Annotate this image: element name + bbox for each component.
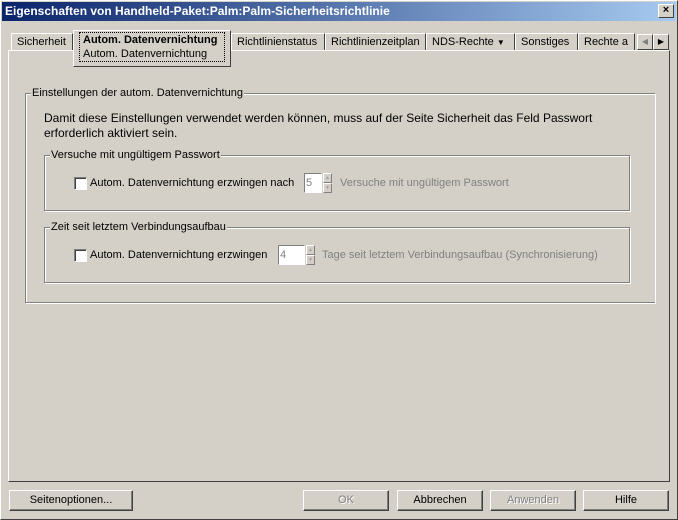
window-title: Eigenschaften von Handheld-Paket:Palm:Pa… — [5, 4, 390, 18]
spin-up-icon[interactable]: ▲ — [323, 173, 332, 183]
tab-sicherheit[interactable]: Sicherheit — [11, 33, 73, 50]
attempts-input[interactable]: 5 — [304, 173, 322, 193]
tab-autom-datenvernichtung[interactable]: Autom. Datenvernichtung Autom. Datenverni… — [73, 30, 231, 67]
tab-rechte[interactable]: Rechte a — [578, 33, 635, 50]
enforce-after-attempts-checkbox[interactable] — [74, 177, 87, 190]
tab-sonstiges[interactable]: Sonstiges — [515, 33, 578, 50]
ok-button[interactable]: OK — [303, 490, 389, 511]
title-bar: Eigenschaften von Handheld-Paket:Palm:Pa… — [2, 2, 676, 21]
info-text: Damit diese Einstellungen verwendet werd… — [44, 111, 593, 140]
close-button[interactable]: × — [658, 4, 674, 18]
dropdown-arrow-icon: ▼ — [496, 38, 505, 47]
days-spinner[interactable]: ▲ ▼ — [306, 245, 315, 265]
spin-up-icon[interactable]: ▲ — [306, 245, 315, 255]
tab-richtlinienzeitplan[interactable]: Richtlinienzeitplan — [325, 33, 426, 50]
page-options-button[interactable]: Seitenoptionen... — [9, 490, 133, 511]
days-input[interactable]: 4 — [278, 245, 305, 265]
group1-legend: Versuche mit ungültigem Passwort — [50, 149, 221, 162]
cancel-button[interactable]: Abbrechen — [397, 490, 483, 511]
spin-down-icon[interactable]: ▼ — [306, 255, 315, 265]
tab-sublabel: Autom. Datenvernichtung — [83, 48, 208, 60]
tab-nds-rechte[interactable]: NDS-Rechte ▼ — [426, 33, 515, 50]
checkbox-label: Autom. Datenvernichtung erzwingen nach — [90, 177, 295, 189]
tab-richtlinienstatus[interactable]: Richtlinienstatus — [231, 33, 325, 50]
days-suffix: Tage seit letztem Verbindungsaufbau (Syn… — [322, 249, 598, 261]
enforce-days-checkbox[interactable] — [74, 249, 87, 262]
tab-label: Autom. Datenvernichtung — [83, 34, 218, 46]
apply-button[interactable]: Anwenden — [490, 490, 576, 511]
help-button[interactable]: Hilfe — [583, 490, 669, 511]
settings-legend: Einstellungen der autom. Datenvernichtun… — [31, 87, 244, 100]
checkbox-label: Autom. Datenvernichtung erzwingen — [90, 249, 268, 261]
spin-down-icon[interactable]: ▼ — [323, 183, 332, 193]
scroll-left-icon[interactable]: ◀ — [637, 34, 653, 50]
group2-legend: Zeit seit letztem Verbindungsaufbau — [50, 221, 227, 234]
tab-label: NDS-Rechte — [432, 36, 494, 48]
attempts-suffix: Versuche mit ungültigem Passwort — [340, 177, 509, 189]
attempts-spinner[interactable]: ▲ ▼ — [323, 173, 332, 193]
scroll-right-icon[interactable]: ▶ — [653, 34, 669, 50]
